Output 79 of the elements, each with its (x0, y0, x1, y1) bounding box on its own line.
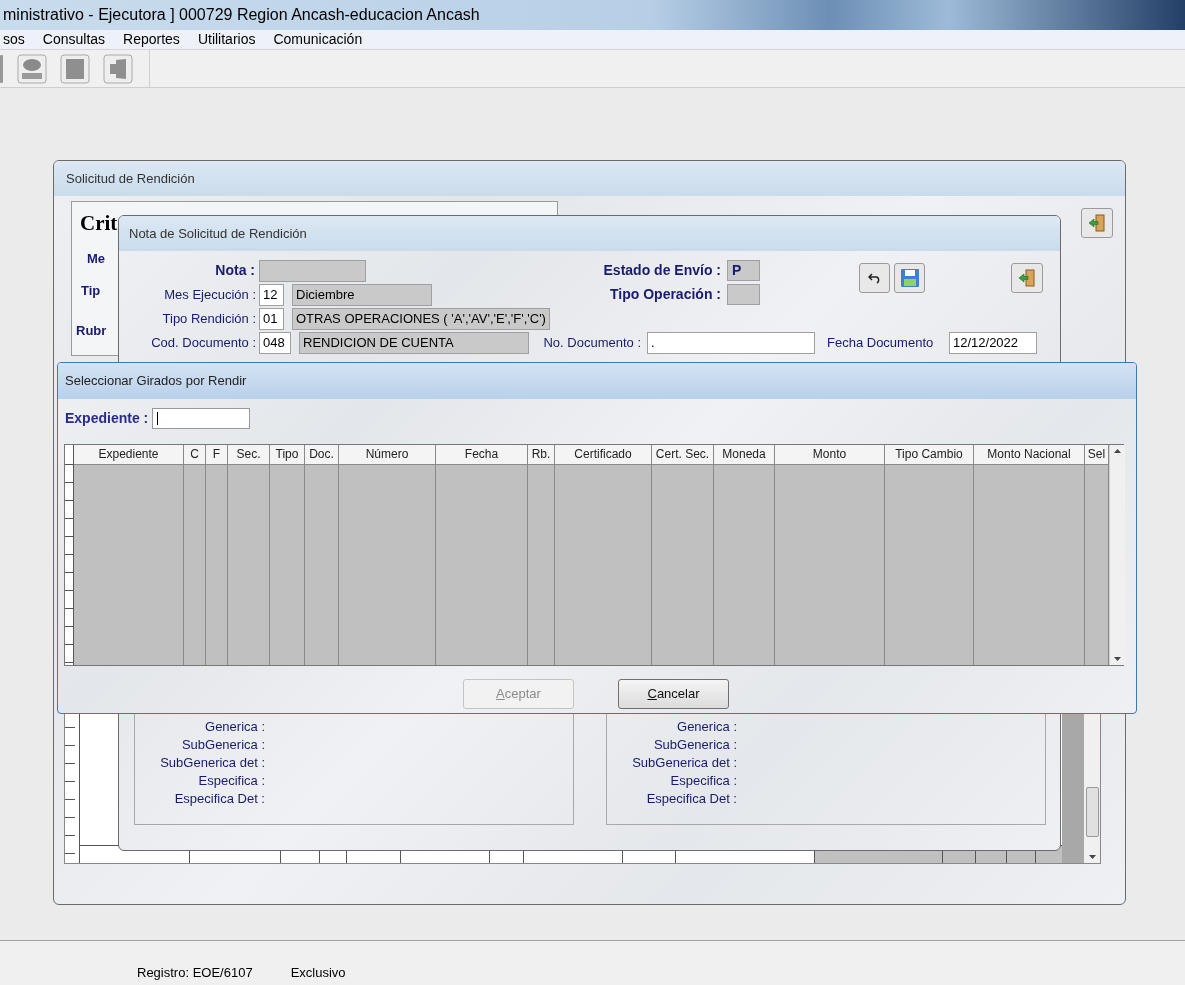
field-label: No. Documento : (542, 333, 642, 352)
menu-item[interactable]: Comunicación (264, 29, 372, 50)
menu-item[interactable]: Utilitarios (188, 29, 265, 50)
undo-icon (867, 272, 882, 284)
column-header[interactable]: Expediente (74, 445, 183, 465)
field-label: Fecha Documento (827, 333, 935, 352)
field-label: Mes Ejecución : (163, 285, 257, 304)
exit-icon (1017, 268, 1037, 288)
criteria-label: Rubr (76, 322, 107, 340)
exit-button[interactable] (1011, 263, 1043, 293)
column-header[interactable]: Tipo Cambio (885, 445, 973, 465)
description-field[interactable]: Diciembre (292, 283, 432, 306)
search-field[interactable] (152, 408, 251, 429)
column-header[interactable]: C (184, 445, 205, 465)
window-title: Nota de Solicitud de Rendición (129, 224, 307, 243)
date-field[interactable]: 12/12/2022 (949, 331, 1037, 354)
field-label: Nota : (214, 261, 256, 280)
operation-type-field[interactable] (727, 283, 760, 305)
dialog-button[interactable]: Cancelar (618, 679, 729, 709)
field-label: Generica : (676, 718, 737, 735)
code-field[interactable]: 048 (259, 331, 291, 354)
stamp-icon[interactable] (17, 53, 47, 84)
criteria-title: Crit (80, 210, 118, 237)
field-label: SubGenerica : (180, 736, 265, 753)
description-field[interactable]: RENDICION DE CUENTA (299, 331, 529, 354)
code-field[interactable]: 12 (259, 283, 284, 306)
window-title: ministrativo - Ejecutora ] 000729 Region Ancash-educacion Ancash (3, 5, 480, 25)
column-header[interactable]: Monto Nacional (974, 445, 1084, 465)
column-header[interactable]: Sel (1085, 445, 1108, 465)
field-label: Especifica Det : (645, 790, 737, 807)
document-number-field[interactable]: . (647, 331, 815, 354)
scroll-thumb[interactable] (1085, 787, 1099, 837)
field-label: Tipo Operación : (609, 284, 722, 304)
field-label: SubGenerica det : (159, 754, 265, 771)
column-header[interactable]: Cert. Sec. (652, 445, 713, 465)
description-field[interactable]: OTRAS OPERACIONES ( 'A','AV','E','F','C') (292, 307, 550, 330)
menu-item[interactable]: Consultas (33, 29, 115, 50)
field-label: SubGenerica det : (631, 754, 737, 771)
field-label: SubGenerica : (652, 736, 737, 753)
nota-field[interactable] (259, 259, 366, 282)
field-label: Tipo Rendición : (161, 309, 257, 328)
status-text: Registro: EOE/6107 (137, 963, 253, 982)
column-header[interactable]: Sec. (228, 445, 269, 465)
door-icon[interactable] (103, 53, 133, 84)
column-header[interactable]: Rb. (528, 445, 554, 465)
scroll-up-icon[interactable] (1114, 449, 1121, 453)
column-header[interactable]: Moneda (714, 445, 774, 465)
column-header[interactable]: Monto (775, 445, 884, 465)
window-title: Seleccionar Girados por Rendir (65, 372, 247, 391)
criteria-label: Tip (81, 282, 101, 300)
scrollbar[interactable] (1109, 445, 1125, 665)
menu-item[interactable]: sos (0, 29, 34, 50)
save-icon (899, 268, 920, 288)
column-header[interactable]: Doc. (305, 445, 338, 465)
field-label: Generica : (204, 718, 265, 735)
window-title: Solicitud de Rendición (66, 169, 195, 188)
menu-item[interactable]: Reportes (114, 29, 189, 50)
exit-icon (1087, 213, 1107, 233)
column-header[interactable]: F (206, 445, 227, 465)
save-button[interactable] (894, 263, 925, 293)
criteria-label: Me (87, 250, 106, 268)
undo-button[interactable] (859, 263, 890, 293)
field-label: Especifica : (197, 772, 265, 789)
field-label: Cod. Documento : (150, 333, 257, 352)
status-text: Exclusivo (290, 963, 346, 982)
column-header[interactable]: Tipo (270, 445, 304, 465)
column-header[interactable]: Número (339, 445, 435, 465)
exit-button[interactable] (1081, 208, 1113, 238)
column-header[interactable]: Certificado (555, 445, 651, 465)
field-label: Especifica Det : (173, 790, 265, 807)
scroll-down-icon[interactable] (1114, 657, 1121, 661)
field-label: Expediente : (65, 409, 149, 428)
column-header[interactable]: Fecha (436, 445, 527, 465)
status-field[interactable]: P (727, 259, 760, 281)
field-label: Especifica : (669, 772, 737, 789)
code-field[interactable]: 01 (259, 307, 284, 330)
scroll-down-icon[interactable] (1088, 855, 1096, 859)
square-icon[interactable] (60, 53, 90, 84)
field-label: Estado de Envío : (602, 260, 722, 280)
